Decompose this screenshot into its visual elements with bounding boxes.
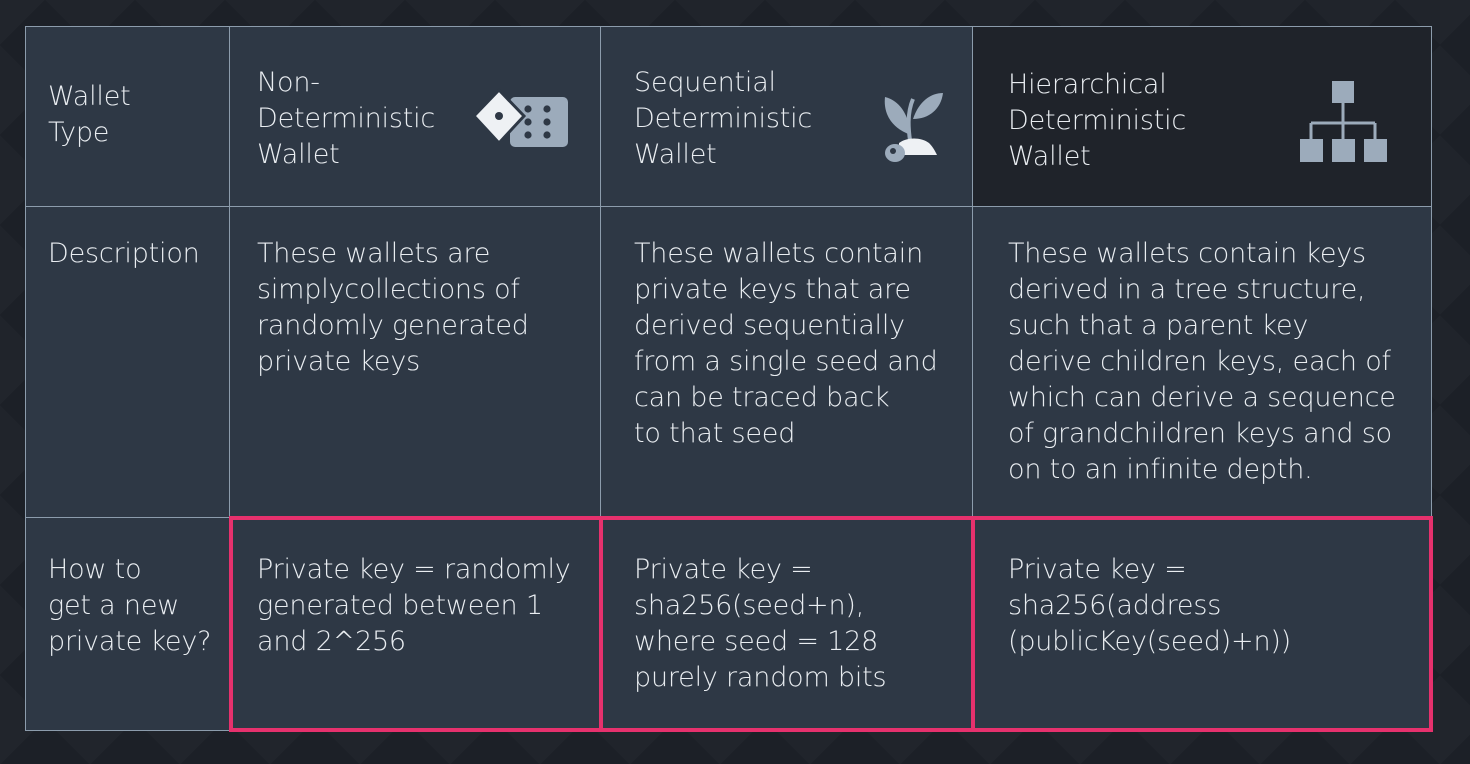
header-hierarchical-deterministic: Hierarchical Deterministic Wallet bbox=[973, 26, 1432, 207]
column-title-hierarchical-deterministic: Hierarchical Deterministic Wallet bbox=[1008, 69, 1187, 172]
row-label-new-key: How to get a new private key? bbox=[48, 554, 212, 657]
wallet-comparison-table: Wallet Type Non- Deterministic Wallet Se… bbox=[25, 26, 1432, 731]
row-label-description: Description bbox=[48, 238, 200, 269]
column-title-non-deterministic: Non- Deterministic Wallet bbox=[257, 67, 436, 170]
new-key-text-non-deterministic: Private key = randomly generated between… bbox=[257, 554, 571, 657]
new-key-label-cell: How to get a new private key? bbox=[25, 518, 230, 731]
row-label-wallet-type: Wallet Type bbox=[48, 81, 131, 148]
description-text-hierarchical-deterministic: These wallets contain keys derived in a … bbox=[1008, 238, 1396, 485]
dice-icon bbox=[472, 87, 568, 147]
description-text-sequential-deterministic: These wallets contain private keys that … bbox=[634, 238, 938, 449]
description-non-deterministic: These wallets are simplycollections of r… bbox=[230, 207, 601, 518]
hierarchy-icon bbox=[1300, 81, 1387, 162]
header-sequential-deterministic: Sequential Deterministic Wallet bbox=[601, 26, 973, 207]
header-label-cell: Wallet Type bbox=[25, 26, 230, 207]
column-title-sequential-deterministic: Sequential Deterministic Wallet bbox=[634, 67, 813, 170]
description-sequential-deterministic: These wallets contain private keys that … bbox=[601, 207, 973, 518]
new-key-text-sequential-deterministic: Private key = sha256(seed+n), where seed… bbox=[634, 554, 887, 693]
new-key-non-deterministic: Private key = randomly generated between… bbox=[230, 518, 601, 731]
new-key-text-hierarchical-deterministic: Private key = sha256(address (publicKey(… bbox=[1008, 554, 1292, 657]
new-key-sequential-deterministic: Private key = sha256(seed+n), where seed… bbox=[601, 518, 973, 731]
description-hierarchical-deterministic: These wallets contain keys derived in a … bbox=[973, 207, 1432, 518]
description-text-non-deterministic: These wallets are simplycollections of r… bbox=[257, 238, 529, 377]
header-non-deterministic: Non- Deterministic Wallet bbox=[230, 26, 601, 207]
sprout-icon bbox=[884, 93, 943, 162]
new-key-hierarchical-deterministic: Private key = sha256(address (publicKey(… bbox=[973, 518, 1432, 731]
description-label-cell: Description bbox=[25, 207, 230, 518]
